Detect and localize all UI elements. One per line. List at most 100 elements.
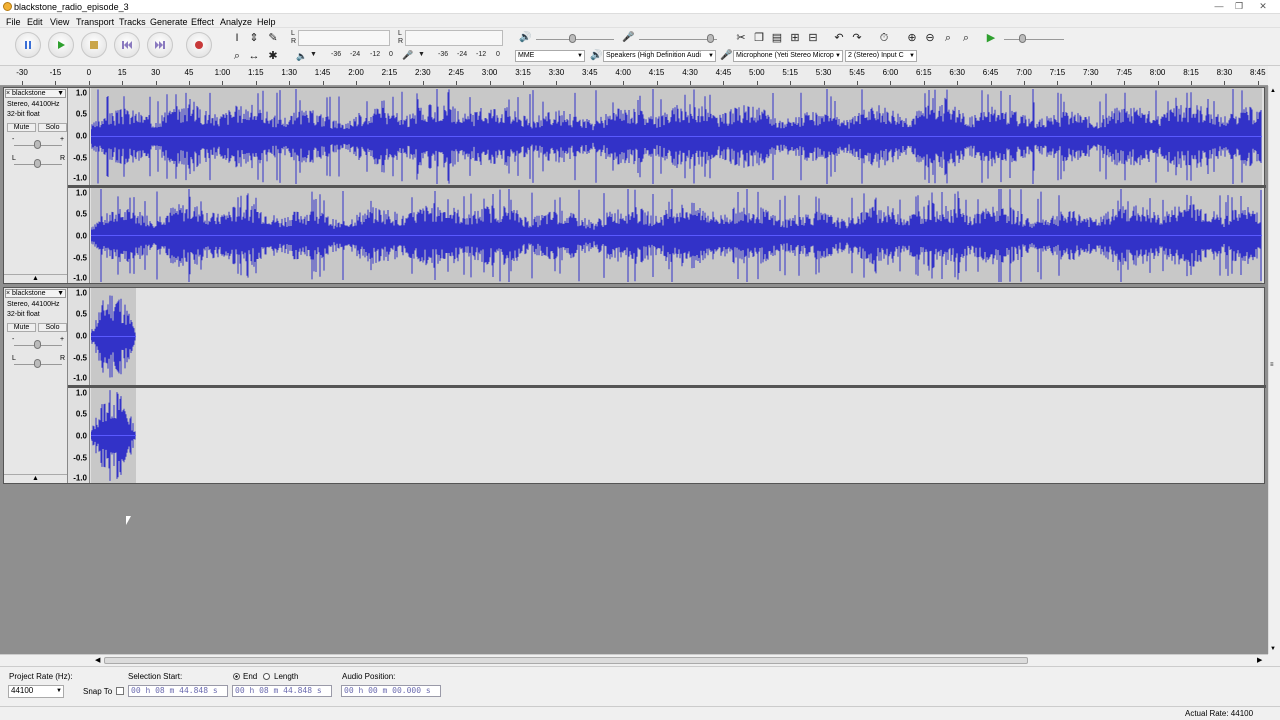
end-label: End [243,672,258,681]
play-at-speed-icon[interactable]: ▶ [983,30,999,46]
input-channels-select[interactable]: 2 (Stereo) Input C ▼ [845,50,917,62]
pan-slider[interactable] [34,159,41,168]
menu-tracks[interactable]: Tracks [119,17,146,27]
project-rate-value: 44100 [11,686,34,695]
gain-slider[interactable] [34,340,41,349]
scroll-right-icon[interactable]: ▶ [1257,656,1262,664]
track-name-menu[interactable]: × blackstone ▼ [5,89,66,98]
waveform-right-channel[interactable] [91,388,1262,483]
waveform-left-channel[interactable] [91,88,1262,185]
input-device-select[interactable]: Microphone (Yeti Stereo Microp ▼ [733,50,843,62]
zoom-tool-icon[interactable]: ⌕ [229,48,245,64]
waveform-left-channel[interactable] [91,288,1262,385]
collapse-track-button[interactable]: ▲ [4,474,67,483]
track-close-button[interactable]: × [6,290,10,297]
vertical-scale-left[interactable]: 1.0 0.5 0.0 -0.5 -1.0 [68,88,90,185]
audio-track-1[interactable]: × blackstone ▼ Stereo, 44100Hz 32-bit flo… [3,87,1266,284]
collapse-track-button[interactable]: ▲ [4,274,67,283]
pan-slider[interactable] [34,359,41,368]
meter2-scale-2: -24 [457,51,468,58]
vertical-scale-right[interactable]: 1.0 0.5 0.0 -0.5 -1.0 [68,388,90,483]
selection-end-field[interactable]: 00 h 08 m 44.848 s [232,685,332,697]
skip-to-start-button[interactable] [114,32,140,58]
zoom-out-icon[interactable]: ⊖ [922,30,938,46]
length-radio[interactable] [263,673,270,680]
waveform-right-channel[interactable] [91,188,1262,283]
ruler-tick-label: 8:45 [1250,68,1266,77]
draw-tool-icon[interactable]: ✎ [265,30,281,46]
mute-button[interactable]: Mute [7,323,36,332]
horizontal-scroll-thumb[interactable] [104,657,1028,664]
ruler-tick-mark [589,81,591,85]
scroll-down-icon[interactable]: ▼ [1270,646,1276,652]
fit-selection-icon[interactable]: ⌕ [940,30,956,46]
record-button[interactable] [186,32,212,58]
trim-icon[interactable]: ⊞ [787,30,803,46]
gain-slider[interactable] [34,140,41,149]
scale-label: 1.0 [75,288,87,298]
menu-edit[interactable]: Edit [27,17,43,27]
mute-button[interactable]: Mute [7,123,36,132]
redo-icon[interactable]: ↷ [849,30,865,46]
copy-icon[interactable]: ❐ [751,30,767,46]
output-volume-slider[interactable] [569,34,576,43]
meter-menu-dropdown-icon[interactable]: ▼ [310,51,317,58]
timeline-ruler[interactable]: -30 -15 0 15 30 45 1:00 1:15 1:30 1:45 2:00 2:15 2:3… [0,66,1268,86]
close-window-button[interactable]: ✕ [1256,1,1270,12]
sync-lock-icon[interactable]: ⏱ [876,30,892,46]
play-button[interactable] [48,32,74,58]
selection-start-field[interactable]: 00 h 08 m 44.848 s [128,685,228,697]
track-close-button[interactable]: × [6,90,10,97]
audio-host-select[interactable]: MME ▼ [515,50,585,62]
selection-toolbar: Project Rate (Hz): 44100 ▼ Snap To Select… [0,666,1280,706]
scroll-left-icon[interactable]: ◀ [95,656,100,664]
fit-project-icon[interactable]: ⌕ [958,30,974,46]
zoom-in-icon[interactable]: ⊕ [904,30,920,46]
menu-effect[interactable]: Effect [191,17,214,27]
solo-button[interactable]: Solo [38,123,67,132]
skip-to-end-button[interactable] [147,32,173,58]
pan-left-label: L [12,355,16,362]
selection-tool-icon[interactable]: I [229,30,245,46]
maximize-button[interactable]: ❐ [1232,1,1246,12]
undo-icon[interactable]: ↶ [831,30,847,46]
pause-button[interactable] [15,32,41,58]
vertical-scrollbar[interactable]: ▲ ≡ ▼ [1268,86,1280,654]
stop-button[interactable] [81,32,107,58]
output-device-select[interactable]: Speakers (High Definition Audi ▼ [603,50,716,62]
cut-icon[interactable]: ✂ [733,30,749,46]
envelope-tool-icon[interactable]: ⇕ [246,30,262,46]
end-radio[interactable] [233,673,240,680]
audio-position-field[interactable]: 00 h 00 m 00.000 s [341,685,441,697]
ruler-tick-mark [1057,81,1059,85]
menu-help[interactable]: Help [257,17,276,27]
solo-button[interactable]: Solo [38,323,67,332]
menu-analyze[interactable]: Analyze [220,17,252,27]
ruler-tick-label: 6:00 [882,68,899,77]
minimize-button[interactable]: — [1212,1,1226,12]
silence-icon[interactable]: ⊟ [805,30,821,46]
multi-tool-icon[interactable]: ✱ [265,48,281,64]
track-name-menu[interactable]: × blackstone ▼ [5,289,66,298]
scale-label: 1.0 [75,88,87,98]
snap-to-checkbox[interactable] [116,687,124,695]
time-shift-tool-icon[interactable]: ↔ [246,48,262,64]
meter2-menu-dropdown-icon[interactable]: ▼ [418,51,425,58]
scroll-grip-icon[interactable]: ≡ [1270,362,1274,368]
project-rate-select[interactable]: 44100 ▼ [8,685,64,698]
menu-file[interactable]: File [6,17,21,27]
audio-track-2[interactable]: × blackstone ▼ Stereo, 44100Hz 32-bit flo… [3,287,1266,484]
horizontal-scrollbar[interactable]: ◀ ▶ [0,654,1268,666]
play-speed-slider[interactable] [1019,34,1026,43]
vertical-scale-left[interactable]: 1.0 0.5 0.0 -0.5 -1.0 [68,288,90,385]
scroll-up-icon[interactable]: ▲ [1270,88,1276,94]
menu-view[interactable]: View [50,17,69,27]
input-volume-slider[interactable] [707,34,714,43]
vertical-scale-right[interactable]: 1.0 0.5 0.0 -0.5 -1.0 [68,188,90,283]
menu-transport[interactable]: Transport [76,17,114,27]
record-meter[interactable] [298,30,390,46]
paste-icon[interactable]: ▤ [769,30,785,46]
play-meter[interactable] [405,30,503,46]
menu-generate[interactable]: Generate [150,17,188,27]
scale-label: -1.0 [73,473,87,483]
